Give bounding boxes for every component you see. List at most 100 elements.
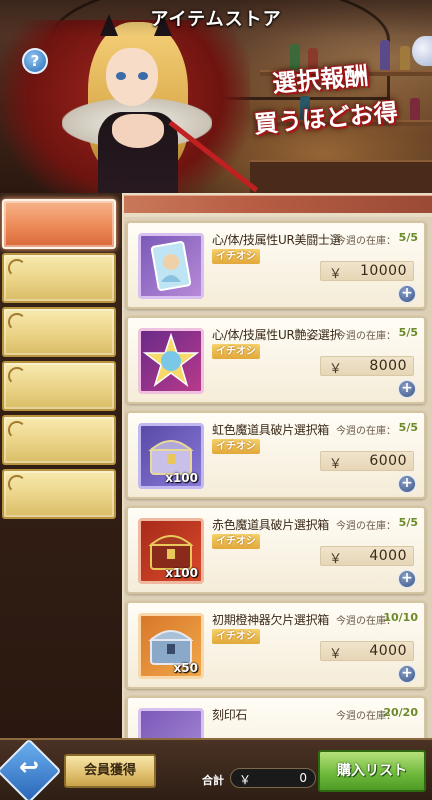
price-box: ￥ 8000 xyxy=(320,356,414,377)
item-price: 8000 xyxy=(369,358,407,374)
plus-icon: + xyxy=(401,665,413,681)
tab-ornament-icon xyxy=(8,367,26,385)
list-header-strip xyxy=(124,195,432,213)
add-to-cart-button[interactable]: + xyxy=(398,475,416,493)
item-name: 虹色魔道具破片選択箱 xyxy=(212,423,330,437)
stock-label: 今週の在庫： xyxy=(336,236,396,247)
store-footer: ↩ 会員獲得 合計 ￥ 0 購入リスト xyxy=(0,738,432,800)
item-name: 刻印石 xyxy=(212,708,248,722)
ur-costume-ticket-icon xyxy=(138,328,204,394)
stock-value: 5/5 xyxy=(398,326,418,339)
stock-value: 20/20 xyxy=(383,706,418,719)
item-quantity: x50 xyxy=(173,661,198,675)
total-value: 0 xyxy=(299,771,307,785)
ticket-art xyxy=(142,332,200,387)
category-tab-6[interactable] xyxy=(2,469,116,519)
yen-icon: ￥ xyxy=(329,267,343,282)
recommend-badge: イチオシ xyxy=(212,534,260,549)
stock-label: 今週の在庫： xyxy=(336,426,396,437)
yen-icon: ￥ xyxy=(329,457,343,472)
price-box: ￥ 4000 xyxy=(320,641,414,662)
character-eye xyxy=(138,72,148,80)
recommend-badge: イチオシ xyxy=(212,629,260,644)
item-price: 6000 xyxy=(369,453,407,469)
bottle xyxy=(400,46,410,70)
item-price: 4000 xyxy=(369,548,407,564)
item-name: 心/体/技属性UR艶姿選択券 xyxy=(212,328,340,342)
yen-icon: ￥ xyxy=(239,773,252,787)
category-tab-2[interactable] xyxy=(2,253,116,303)
purchase-list-button[interactable]: 購入リスト xyxy=(318,750,426,792)
plus-icon: + xyxy=(401,380,413,396)
promo-text: 選択報酬 買うほどお得 xyxy=(193,53,399,144)
recommend-badge: イチオシ xyxy=(212,344,260,359)
price-box: ￥ 6000 xyxy=(320,451,414,472)
character-chest xyxy=(112,114,164,148)
rainbow-chest-icon: x100 xyxy=(138,423,204,489)
stock-value: 5/5 xyxy=(398,516,418,529)
item-name: 心/体/技属性UR美闘士選択券 xyxy=(212,233,340,247)
character-eye xyxy=(116,72,126,80)
stock-value: 10/10 xyxy=(383,611,418,624)
stock-value: 5/5 xyxy=(398,231,418,244)
price-box: ￥ 4000 xyxy=(320,546,414,567)
tab-ornament-icon xyxy=(8,313,26,331)
add-to-cart-button[interactable]: + xyxy=(398,665,416,683)
question-icon: ? xyxy=(30,52,40,70)
red-chest-icon: x100 xyxy=(138,518,204,584)
help-button[interactable]: ? xyxy=(22,48,48,74)
store-content: 心/体/技属性UR美闘士選択券 今週の在庫： 5/5 イチオシ ￥ 10000 … xyxy=(0,193,432,738)
title-bar: アイテムストア xyxy=(0,0,432,36)
item-card[interactable]: x50 初期橙神器欠片選択箱 今週の在庫： 10/10 イチオシ ￥ 4000 … xyxy=(126,601,426,689)
item-quantity: x100 xyxy=(165,471,198,485)
item-name: 赤色魔道具破片選択箱 xyxy=(212,518,330,532)
item-card[interactable]: 刻印石 今週の在庫： 20/20 xyxy=(126,696,426,738)
member-reward-button[interactable]: 会員獲得 xyxy=(64,754,156,788)
plus-icon: + xyxy=(401,285,413,301)
plus-icon: + xyxy=(401,475,413,491)
total-label: 合計 xyxy=(202,774,224,787)
item-card[interactable]: 心/体/技属性UR美闘士選択券 今週の在庫： 5/5 イチオシ ￥ 10000 … xyxy=(126,221,426,309)
stock-label: 今週の在庫： xyxy=(336,331,396,342)
item-quantity: x100 xyxy=(165,566,198,580)
stock-value: 5/5 xyxy=(398,421,418,434)
tab-ornament-icon xyxy=(8,475,26,493)
seal-stone-icon xyxy=(138,708,204,738)
back-arrow-icon: ↩ xyxy=(18,753,40,781)
ur-fighter-ticket-icon xyxy=(138,233,204,299)
category-tab-3[interactable] xyxy=(2,307,116,357)
add-to-cart-button[interactable]: + xyxy=(398,570,416,588)
yen-icon: ￥ xyxy=(329,647,343,662)
yen-icon: ￥ xyxy=(329,552,343,567)
category-tabs xyxy=(0,193,122,738)
character-face xyxy=(106,48,158,106)
price-box: ￥ 10000 xyxy=(320,261,414,282)
yen-icon: ￥ xyxy=(329,362,343,377)
item-list[interactable]: 心/体/技属性UR美闘士選択券 今週の在庫： 5/5 イチオシ ￥ 10000 … xyxy=(124,217,432,738)
item-name: 初期橙神器欠片選択箱 xyxy=(212,613,330,627)
item-card[interactable]: 心/体/技属性UR艶姿選択券 今週の在庫： 5/5 イチオシ ￥ 8000 + xyxy=(126,316,426,404)
stock-label: 今週の在庫： xyxy=(336,521,396,532)
item-price: 10000 xyxy=(359,263,407,279)
store-banner: アイテムストア ? 選択報酬 買うほどお得 xyxy=(0,0,432,193)
item-price: 4000 xyxy=(369,643,407,659)
category-tab-5[interactable] xyxy=(2,415,116,465)
recommend-badge: イチオシ xyxy=(212,249,260,264)
item-card[interactable]: x100 虹色魔道具破片選択箱 今週の在庫： 5/5 イチオシ ￥ 6000 + xyxy=(126,411,426,499)
add-to-cart-button[interactable]: + xyxy=(398,285,416,303)
plus-icon: + xyxy=(401,570,413,586)
add-to-cart-button[interactable]: + xyxy=(398,380,416,398)
ticket-art xyxy=(150,241,192,291)
bottle xyxy=(410,98,420,120)
category-tab-4[interactable] xyxy=(2,361,116,411)
tab-ornament-icon xyxy=(8,259,26,277)
recommend-badge: イチオシ xyxy=(212,439,260,454)
orange-artifact-chest-icon: x50 xyxy=(138,613,204,679)
category-tab-1[interactable] xyxy=(2,199,116,249)
total-display: ￥ 0 xyxy=(230,768,316,788)
item-card[interactable]: x100 赤色魔道具破片選択箱 今週の在庫： 5/5 イチオシ ￥ 4000 + xyxy=(126,506,426,594)
bar-counter xyxy=(250,160,432,193)
tab-ornament-icon xyxy=(8,421,26,439)
side-avatar[interactable] xyxy=(412,36,432,66)
page-title: アイテムストア xyxy=(150,9,282,30)
